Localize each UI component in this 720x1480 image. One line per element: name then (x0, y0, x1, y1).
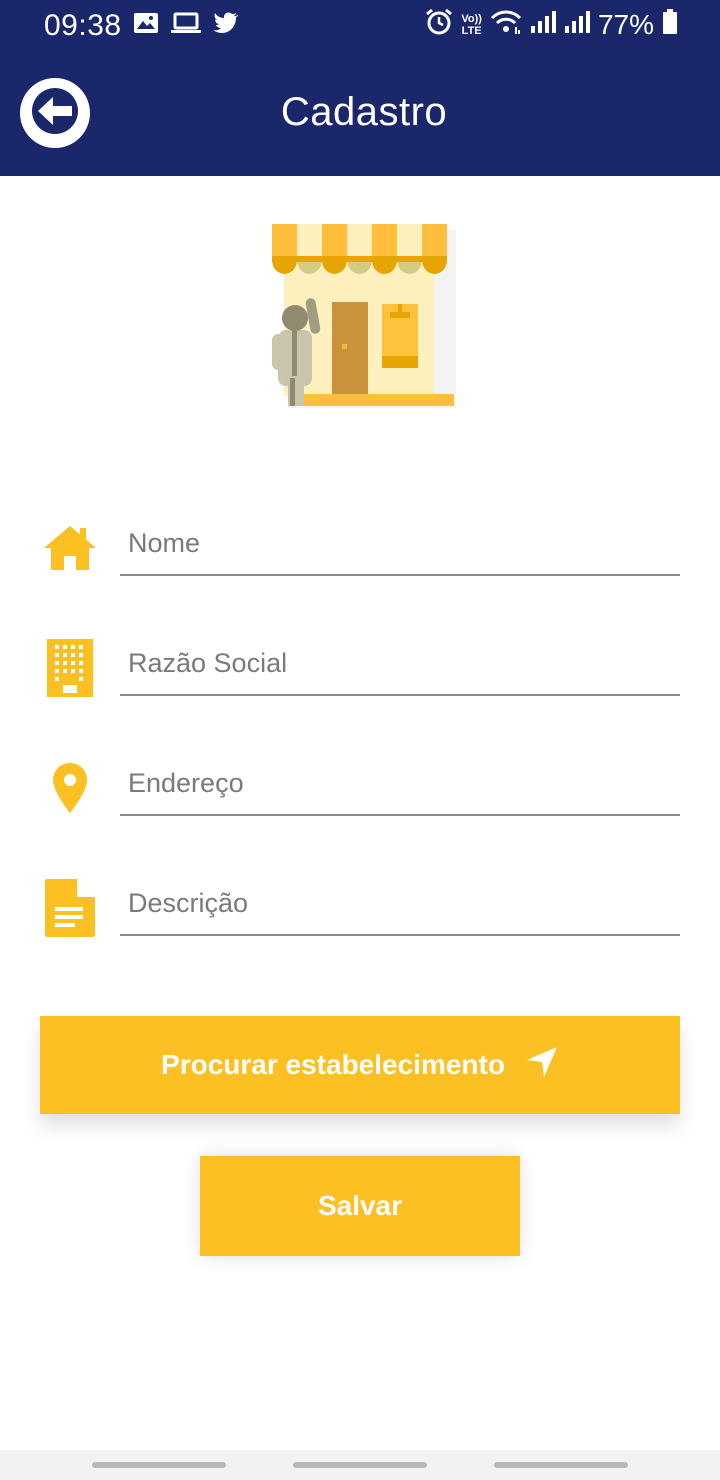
signal-icon (564, 10, 590, 39)
page-title: Cadastro (280, 90, 448, 134)
description-field-row (0, 854, 720, 950)
system-nav-bar (0, 1450, 720, 1480)
status-bar: 09:38 Vo)) LTE 77% (0, 0, 720, 52)
signal-icon (530, 10, 556, 39)
company-name-input[interactable] (120, 632, 680, 696)
name-input[interactable] (120, 512, 680, 576)
app-bar: Cadastro (0, 52, 720, 176)
document-icon (40, 878, 100, 938)
description-input[interactable] (120, 872, 680, 936)
location-pin-icon (40, 758, 100, 818)
name-field-row (0, 494, 720, 590)
save-button[interactable]: Salvar (200, 1156, 520, 1256)
address-input[interactable] (120, 752, 680, 816)
laptop-icon (171, 12, 201, 39)
home-icon (40, 518, 100, 578)
search-establishment-button[interactable]: Procurar estabelecimento (40, 1016, 680, 1114)
image-icon (133, 12, 159, 39)
battery-percent: 77% (597, 8, 654, 40)
status-time: 09:38 (44, 9, 122, 42)
store-illustration (264, 218, 460, 414)
twitter-icon (213, 12, 239, 39)
building-icon (40, 638, 100, 698)
nav-recents-button[interactable] (92, 1462, 226, 1468)
alarm-icon (425, 8, 453, 41)
search-establishment-label: Procurar estabelecimento (161, 1049, 505, 1080)
wifi-icon (490, 9, 522, 40)
volte-icon: Vo)) LTE (461, 12, 482, 37)
nav-home-button[interactable] (293, 1462, 427, 1468)
save-label: Salvar (317, 1190, 403, 1221)
company-field-row (0, 614, 720, 710)
nav-back-button[interactable] (494, 1462, 628, 1468)
navigation-arrow-icon (525, 1045, 559, 1086)
address-field-row (0, 734, 720, 830)
battery-icon (662, 9, 678, 40)
